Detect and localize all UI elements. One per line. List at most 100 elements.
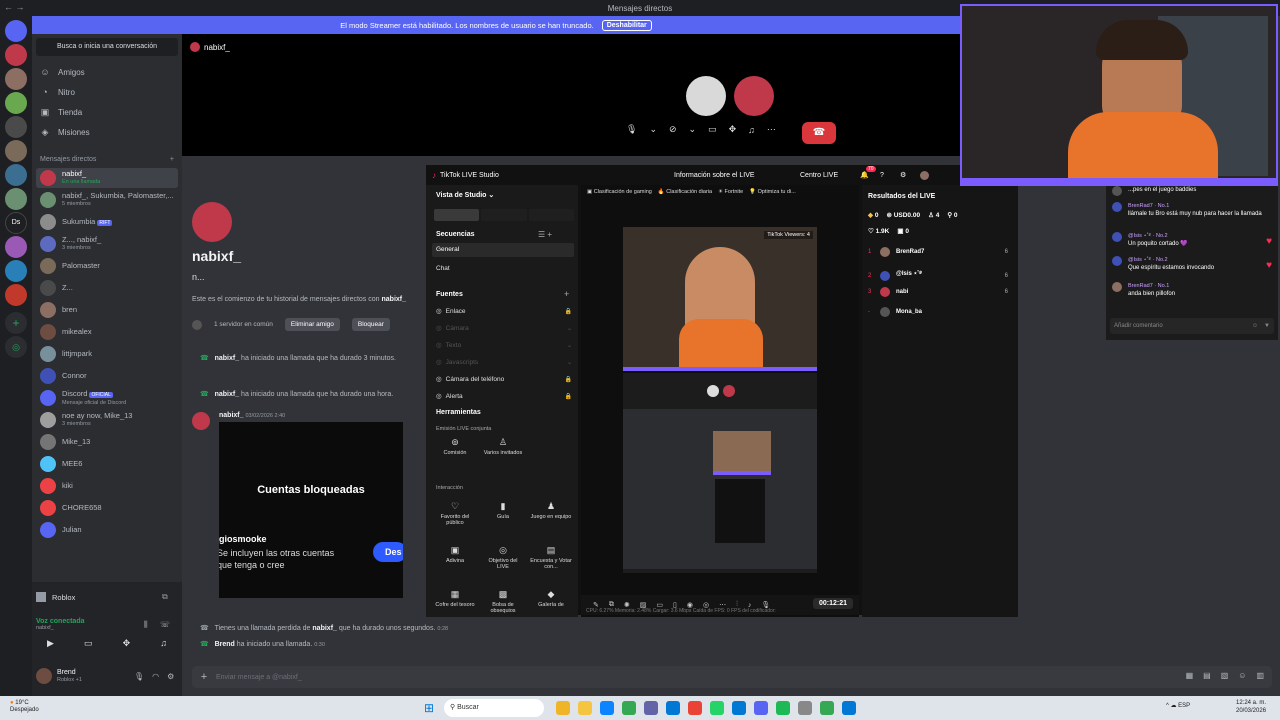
server-icon[interactable] [5, 116, 27, 138]
activity-row[interactable]: Roblox [36, 592, 75, 602]
dm-item[interactable]: bren [36, 300, 178, 320]
lock-icon[interactable]: 🔒 [565, 308, 572, 315]
dm-item[interactable]: Z... [36, 278, 178, 298]
server-icon[interactable] [5, 44, 27, 66]
dm-item[interactable]: mikealex [36, 322, 178, 342]
message-input[interactable]: + Enviar mensaje a @nabixf_ ▦ ▤ ▧ ☺ ▥ [192, 666, 1272, 688]
camera-off-icon[interactable]: ⊘ [669, 124, 677, 135]
activities-icon[interactable]: ✥ [123, 638, 131, 649]
camera-icon[interactable]: ▶ [47, 638, 54, 649]
emoji-icon[interactable]: ☺ [1252, 318, 1258, 334]
activity-settings-icon[interactable]: ⧉ [162, 592, 168, 602]
tool-tile[interactable]: ◆ Galería de [530, 589, 572, 608]
back-forward-icon[interactable]: ← → [4, 2, 25, 12]
ranking-chip[interactable]: ☀ Fortnite [718, 189, 743, 195]
sequence-chat[interactable]: Chat [436, 265, 450, 272]
dm-item[interactable]: nabixf_, Sukumbia, Palomaster,... 5 miemb… [36, 190, 178, 210]
emoji-icon[interactable]: ☺ [1238, 671, 1246, 680]
screen-share-icon[interactable]: ▭ [708, 124, 717, 135]
dm-item[interactable]: Palomaster [36, 256, 178, 276]
hangup-button[interactable]: ☎ [802, 122, 836, 144]
chevron-down-icon[interactable]: ⌄ [649, 124, 657, 135]
message-user[interactable]: @Isis ⋆˚࿔ · No.2 [1128, 256, 1268, 264]
gif-icon[interactable]: ▤ [1203, 671, 1211, 680]
file-explorer-icon[interactable] [578, 701, 592, 715]
live-center-link[interactable]: Centro LIVE [800, 172, 838, 179]
call-participant-avatar[interactable] [686, 76, 726, 116]
source-item[interactable]: ◎ Alerta 🔒 [436, 392, 572, 401]
message-user[interactable]: @Isis ⋆˚࿔ · No.2 [1128, 232, 1268, 240]
server-icon[interactable] [5, 284, 27, 306]
filter-icon[interactable]: ▼ [1264, 318, 1270, 334]
whatsapp-icon[interactable] [710, 701, 724, 715]
ranking-row[interactable]: 2 @Isis ⋆˚࿔ 6 [868, 267, 1008, 284]
user-info[interactable]: Brend Roblox +1 [36, 668, 82, 684]
tool-tile[interactable]: ▮ Guía [482, 501, 524, 520]
started-call-user[interactable]: Brend [215, 641, 235, 648]
activities-icon[interactable]: ✥ [729, 124, 737, 135]
ranking-chip[interactable]: ▣ Clasificación de gaming [587, 189, 652, 195]
widget-app-icon[interactable] [556, 701, 570, 715]
source-item[interactable]: ◎ Texto ⌄ [436, 341, 572, 350]
weather-widget[interactable]: ● 19°C Despejado [10, 700, 39, 714]
portrait-layout-button[interactable] [434, 209, 480, 221]
gear-icon[interactable]: ⚙ [167, 672, 174, 681]
message-author[interactable]: nabixf_ [219, 412, 244, 419]
app-icon[interactable] [842, 701, 856, 715]
lock-icon[interactable]: 🔒 [565, 376, 572, 383]
headphones-icon[interactable]: ◠ [152, 672, 159, 681]
lock-icon[interactable]: 🔒 [565, 393, 572, 400]
signal-icon[interactable]: ⫼ [144, 620, 148, 630]
dm-item[interactable]: Mike_13 [36, 432, 178, 452]
gift-icon[interactable]: ▦ [1186, 671, 1194, 680]
ranking-chip[interactable]: 🔥 Clasificación diaria [658, 189, 712, 195]
message-user[interactable]: BrenRad7 · No.1 [1128, 202, 1268, 210]
dm-item[interactable]: noe ay now, Mike_13 3 miembros [36, 410, 178, 430]
tool-tile[interactable]: ♡ Favorito del público [434, 501, 476, 526]
server-icon[interactable] [5, 188, 27, 210]
server-icon[interactable] [5, 68, 27, 90]
message-user[interactable]: BrenRad7 · No.1 [1128, 282, 1268, 290]
dm-item[interactable]: MEE6 [36, 454, 178, 474]
server-icon[interactable] [5, 140, 27, 162]
split-layout-button[interactable] [528, 209, 574, 221]
landscape-layout-button[interactable] [481, 209, 527, 221]
spotify-icon[interactable] [776, 701, 790, 715]
taskbar-search[interactable]: ⚲ Buscar [444, 699, 544, 717]
message-embed-video[interactable]: Cuentas bloqueadas giosmooke Se incluyen… [219, 422, 403, 598]
chevron-down-icon[interactable]: ⌄ [689, 124, 697, 135]
ranking-row[interactable]: - Mona_ba [868, 307, 1008, 317]
avatar[interactable] [1112, 232, 1122, 242]
source-item[interactable]: ◎ Cámara del teléfono 🔒 [436, 375, 572, 384]
system-tray[interactable]: ^ ☁ ESP [1166, 702, 1190, 709]
sequence-general[interactable]: General [432, 243, 574, 257]
call-user[interactable]: nabixf_ [215, 355, 240, 362]
add-source-icon[interactable]: + [564, 289, 569, 299]
call-participant-avatar[interactable] [734, 76, 774, 116]
comment-input[interactable]: Añadir comentario ☺ ▼ [1110, 318, 1274, 334]
tool-tile[interactable]: ▦ Cofre del tesoro [434, 589, 476, 608]
clock[interactable]: 12:24 a. m. 20/03/2026 [1236, 699, 1266, 715]
studio-view-dropdown[interactable]: Vista de Studio ⌄ [436, 191, 494, 199]
apps-icon[interactable]: ▥ [1256, 671, 1264, 680]
gear-icon[interactable]: ⚙ [900, 171, 906, 179]
nav-shop[interactable]: ▣ Tienda [40, 104, 82, 120]
dm-item[interactable]: CHORE658 [36, 498, 178, 518]
chrome-icon[interactable] [688, 701, 702, 715]
notification-icon[interactable]: 🔔 [860, 171, 869, 179]
ranking-row[interactable]: 1 BrenRad7 6 [868, 247, 1008, 257]
disable-streamer-button[interactable]: Deshabilitar [601, 19, 652, 31]
avatar[interactable] [920, 170, 929, 180]
add-server-icon[interactable]: + [5, 312, 27, 334]
disconnect-icon[interactable]: ☏ [160, 620, 170, 629]
mic-icon[interactable]: 🎙 [626, 124, 637, 135]
chevron-down-icon[interactable]: ⌄ [567, 359, 572, 366]
new-dm-icon[interactable]: + [170, 156, 174, 163]
store-icon[interactable] [666, 701, 680, 715]
server-icon[interactable] [5, 260, 27, 282]
embed-button[interactable]: Des [373, 542, 403, 562]
server-icon[interactable]: Ds [5, 212, 27, 234]
nav-friends[interactable]: ☺ Amigos [40, 64, 84, 80]
discord-home-icon[interactable] [5, 20, 27, 42]
common-servers[interactable]: 1 servidor en común [214, 321, 273, 328]
